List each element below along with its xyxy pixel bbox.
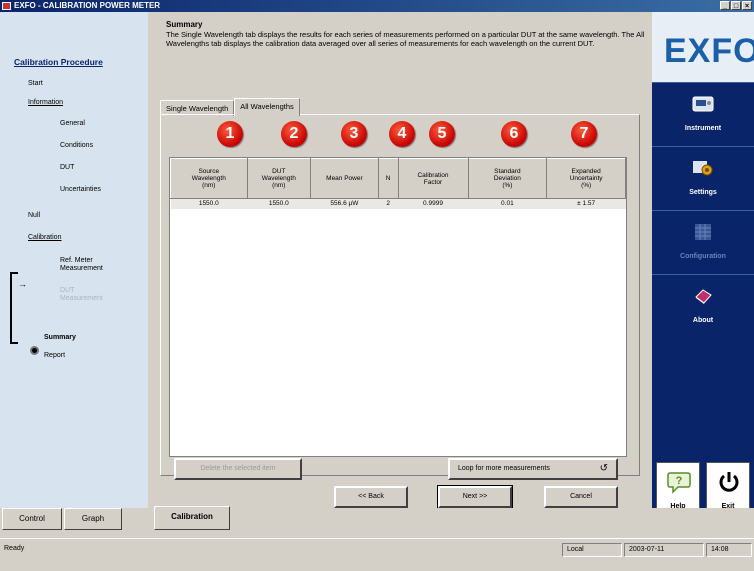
delete-selected-button[interactable]: Delete the selected item: [174, 458, 302, 480]
callout-marker-6: 6: [501, 121, 527, 147]
nav-instrument-label: Instrument: [684, 125, 722, 132]
procedure-item-ref-meter[interactable]: Ref. Meter Measurement: [60, 257, 110, 273]
tab-graph[interactable]: Graph: [64, 508, 122, 530]
cell-source-wavelength: 1550.0: [170, 198, 248, 209]
callout-marker-3: 3: [341, 121, 367, 147]
summary-title: Summary: [166, 20, 203, 29]
back-button[interactable]: << Back: [334, 486, 408, 508]
column-header-mean-power[interactable]: Mean Power: [310, 158, 379, 199]
help-icon: ?: [667, 472, 691, 494]
loop-measurements-button[interactable]: Loop for more measurements ↺: [448, 458, 618, 480]
status-ready: Ready: [4, 545, 25, 552]
window-title: EXFO - CALIBRATION POWER METER: [14, 1, 161, 10]
tab-calibration[interactable]: Calibration: [154, 506, 230, 530]
callout-marker-2: 2: [281, 121, 307, 147]
loop-icon: ↺: [599, 463, 608, 474]
procedure-item-summary[interactable]: Summary: [44, 334, 76, 341]
title-bar: EXFO - CALIBRATION POWER METER _ □ ×: [0, 0, 754, 12]
status-date: 2003-07-11: [624, 543, 704, 557]
column-header-expanded-uncertainty[interactable]: Expanded Uncertainty (%): [546, 158, 626, 199]
loop-measurements-label: Loop for more measurements: [458, 465, 550, 472]
procedure-item-conditions[interactable]: Conditions: [60, 142, 93, 149]
power-icon: [719, 472, 739, 492]
procedure-item-uncertainties[interactable]: Uncertainties: [60, 186, 101, 193]
callout-markers: 1 2 3 4 5 6 7: [161, 121, 641, 149]
cell-standard-deviation: 0.01: [468, 198, 547, 209]
procedure-heading[interactable]: Calibration Procedure: [14, 57, 103, 67]
procedure-item-general[interactable]: General: [60, 120, 85, 127]
procedure-item-report[interactable]: Report: [44, 352, 65, 359]
about-icon: [695, 289, 712, 304]
cell-n: 2: [378, 198, 398, 209]
column-header-source-wavelength[interactable]: Source Wavelength (nm): [170, 158, 248, 199]
callout-marker-5: 5: [429, 121, 455, 147]
nav-settings-label: Settings: [689, 189, 717, 196]
current-step-arrow-icon: →: [18, 279, 27, 289]
procedure-panel: Calibration Procedure Start Information …: [0, 12, 148, 508]
nav-about-label: About: [692, 317, 714, 324]
table-header-row: Source Wavelength (nm) DUT Wavelength (n…: [170, 158, 626, 199]
status-time: 14:08: [706, 543, 752, 557]
cell-expanded-uncertainty: ± 1.57: [546, 198, 626, 209]
cell-calibration-factor: 0.9999: [398, 198, 468, 209]
close-button[interactable]: ×: [742, 1, 752, 10]
all-wavelengths-panel: 1 2 3 4 5 6 7 Source Wavelength (nm) DUT…: [160, 114, 640, 476]
loop-bracket: [10, 272, 18, 344]
summary-text: The Single Wavelength tab displays the r…: [166, 30, 645, 48]
table-row[interactable]: 1550.0 1550.0 556.6 µW 2 0.9999 0.01 ± 1…: [170, 198, 626, 209]
nav-configuration[interactable]: Configuration: [652, 210, 754, 274]
procedure-item-null[interactable]: Null: [28, 212, 40, 219]
nav-about[interactable]: About: [652, 274, 754, 338]
nav-configuration-label: Configuration: [680, 253, 726, 260]
nav-instrument[interactable]: Instrument: [652, 82, 754, 146]
cell-mean-power: 556.6 µW: [310, 198, 379, 209]
window-controls: _ □ ×: [720, 1, 752, 10]
tab-all-wavelengths[interactable]: All Wavelengths: [234, 98, 300, 116]
maximize-button[interactable]: □: [731, 1, 741, 10]
status-bar: Ready Local 2003-07-11 14:08: [0, 538, 754, 571]
instrument-icon: [692, 96, 714, 112]
callout-marker-4: 4: [389, 121, 415, 147]
column-header-standard-deviation[interactable]: Standard Deviation (%): [467, 158, 548, 199]
minimize-button[interactable]: _: [720, 1, 730, 10]
current-step-bullet-icon: [30, 346, 39, 355]
next-button[interactable]: Next >>: [437, 485, 513, 509]
results-table[interactable]: Source Wavelength (nm) DUT Wavelength (n…: [169, 157, 627, 457]
wavelength-tabs: Single Wavelength All Wavelengths: [160, 98, 300, 116]
column-header-n[interactable]: N: [377, 158, 399, 199]
callout-marker-7: 7: [571, 121, 597, 147]
tab-control[interactable]: Control: [2, 508, 62, 530]
column-header-dut-wavelength[interactable]: DUT Wavelength (nm): [246, 158, 312, 199]
bottom-tabs: Control Graph Calibration: [0, 506, 754, 538]
procedure-item-dut-measurement: DUT Measurement: [60, 287, 103, 302]
procedure-item-information[interactable]: Information: [28, 99, 63, 106]
callout-marker-1: 1: [217, 121, 243, 147]
nav-settings[interactable]: Settings: [652, 146, 754, 210]
procedure-item-dut[interactable]: DUT: [60, 164, 74, 171]
cancel-button[interactable]: Cancel: [544, 486, 618, 508]
settings-icon: [693, 161, 713, 176]
procedure-item-start[interactable]: Start: [28, 80, 43, 87]
configuration-icon: [695, 224, 711, 240]
right-sidebar: EXFO Instrument Settings Configuration A…: [652, 12, 754, 516]
app-icon: [2, 2, 11, 10]
main-panel: Summary The Single Wavelength tab displa…: [148, 12, 652, 509]
cell-dut-wavelength: 1550.0: [247, 198, 311, 209]
svg-text:?: ?: [676, 475, 683, 487]
logo-area: EXFO: [652, 12, 754, 82]
status-mode: Local: [562, 543, 622, 557]
column-header-calibration-factor[interactable]: Calibration Factor: [397, 158, 469, 199]
procedure-item-calibration[interactable]: Calibration: [28, 234, 61, 241]
exfo-logo: EXFO: [664, 32, 754, 70]
